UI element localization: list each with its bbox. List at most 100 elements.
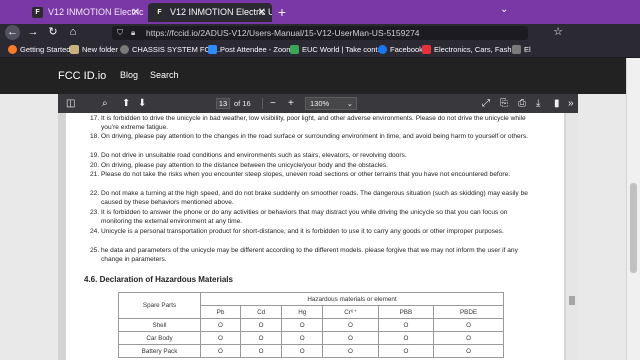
page-number-input[interactable]: 13 <box>216 98 230 109</box>
bookmark-label: El <box>524 45 531 54</box>
site-header: FCC ID.io Blog Search <box>0 58 626 94</box>
open-file-icon[interactable]: ⎘ <box>500 97 508 110</box>
table-cell: O <box>199 331 242 345</box>
url-text: https://fccid.io/2ADUS-V12/Users-Manual/… <box>146 28 420 38</box>
table-cell: O <box>322 344 379 358</box>
bookmark-icon[interactable]: ▮ <box>554 97 560 110</box>
back-arrow-icon[interactable]: ← <box>5 25 20 40</box>
bookmark-label: New folder <box>82 45 118 54</box>
close-tab-icon[interactable]: ✕ <box>258 3 266 22</box>
nav-blog-link[interactable]: Blog <box>120 70 138 80</box>
bookmark-facebook[interactable]: Facebook <box>378 43 423 56</box>
list-item: 25. he data and parameters of the unicyc… <box>90 247 536 264</box>
pdf-viewer[interactable]: 17. It is forbidden to drive the unicycl… <box>58 113 578 360</box>
list-item: 20. On driving, please pay attention to … <box>90 162 536 171</box>
pdf-scrollbar-thumb[interactable] <box>569 296 575 305</box>
fullscreen-icon[interactable]: ⤢ <box>482 97 490 110</box>
zoom-out-button[interactable]: − <box>270 97 276 110</box>
fcc-favicon-icon: F <box>154 7 165 18</box>
bookmark-label: EUC World | Take cont... <box>302 45 384 54</box>
item-number: 17. <box>90 115 100 122</box>
close-tab-icon[interactable]: ✕ <box>132 3 140 22</box>
tab-2[interactable]: F V12 INMOTION Electric Unicy ✕ <box>148 3 272 22</box>
forward-arrow-icon[interactable]: → <box>25 25 41 40</box>
item-text: It is forbidden to drive the unicycle in… <box>101 115 526 131</box>
column-header: Hg <box>281 305 324 319</box>
table-header-hazardous: Hazardous materials or element <box>200 292 504 306</box>
table-cell: O <box>240 344 283 358</box>
toolbar-divider <box>262 98 263 109</box>
bookmark-icon <box>512 45 521 54</box>
bookmark-euc-world[interactable]: EUC World | Take cont... <box>290 43 384 56</box>
table-cell: O <box>240 318 283 332</box>
table-row: Battery Pack O O O O O O <box>118 344 504 358</box>
address-bar[interactable]: ⛉ 🔒︎ https://fccid.io/2ADUS-V12/Users-Ma… <box>112 26 528 40</box>
table-cell: O <box>281 318 324 332</box>
table-cell: O <box>377 331 435 345</box>
sidebar-toggle-icon[interactable]: ◫ <box>66 97 75 110</box>
browser-tab-bar: F V12 INMOTION Electric Unicy ✕ F V12 IN… <box>0 0 640 24</box>
reload-icon[interactable]: ↻ <box>45 25 61 40</box>
zoom-select[interactable]: 130% ⌄ <box>305 97 357 110</box>
download-icon[interactable]: ⤓ <box>536 97 540 110</box>
pdf-toolbar: ◫ ⌕ ⬆ ⬇ 13 of 16 − + 130% ⌄ ⤢ ⎘ ⎙ ⤓ ▮ » <box>58 94 578 113</box>
table-cell: O <box>433 331 504 345</box>
next-page-icon[interactable]: ⬇ <box>138 97 146 110</box>
list-tabs-icon[interactable]: ⌄ <box>500 4 508 15</box>
bookmark-getting-started[interactable]: Getting Started <box>8 43 70 56</box>
nav-search-link[interactable]: Search <box>150 70 179 80</box>
table-cell: O <box>377 344 435 358</box>
part-name: Battery Pack <box>118 344 201 358</box>
bookmark-label: Facebook <box>390 45 423 54</box>
table-cell: O <box>433 318 504 332</box>
item-number: 22. <box>90 190 100 197</box>
bookmark-new-folder[interactable]: New folder <box>70 43 118 56</box>
item-text: Unicycle is a personal transportation pr… <box>101 228 504 235</box>
item-text: he data and parameters of the unicycle m… <box>101 247 518 263</box>
item-text: Do not make a turning at the high speed,… <box>101 190 528 206</box>
table-row: Shell O O O O O O <box>118 318 504 332</box>
hazardous-materials-table: Spare Parts Hazardous materials or eleme… <box>118 292 504 358</box>
firefox-icon <box>8 45 17 54</box>
bookmark-star-icon[interactable]: ☆ <box>550 25 566 40</box>
page-scrollbar-thumb[interactable] <box>630 183 637 273</box>
ebay-icon <box>422 45 431 54</box>
list-item: 24. Unicycle is a personal transportatio… <box>90 228 536 237</box>
home-icon[interactable]: ⌂ <box>65 25 81 40</box>
search-icon[interactable]: ⌕ <box>102 97 108 110</box>
table-cell: O <box>281 344 324 358</box>
item-number: 19. <box>90 152 100 159</box>
tools-menu-icon[interactable]: » <box>568 97 574 110</box>
item-text: On driving, please pay attention to the … <box>101 162 389 169</box>
previous-page-icon[interactable]: ⬆ <box>122 97 130 110</box>
print-icon[interactable]: ⎙ <box>518 97 526 110</box>
item-number: 21. <box>90 171 100 178</box>
bookmark-chassis-system[interactable]: CHASSIS SYSTEM FOR... <box>120 43 222 56</box>
list-item: 17. It is forbidden to drive the unicycl… <box>90 115 536 132</box>
bookmark-label: Getting Started <box>20 45 71 54</box>
zoom-in-button[interactable]: + <box>288 97 294 110</box>
column-header: Cd <box>240 305 283 319</box>
euc-icon <box>290 45 299 54</box>
table-header-spare-parts: Spare Parts <box>118 292 201 319</box>
table-row: Car Body O O O O O O <box>118 331 504 345</box>
bookmark-label: Post Attendee - Zoom <box>220 45 293 54</box>
bookmark-zoom[interactable]: Post Attendee - Zoom <box>208 43 293 56</box>
bookmarks-toolbar: Getting Started New folder CHASSIS SYSTE… <box>0 41 640 58</box>
bookmark-el[interactable]: El <box>512 43 531 56</box>
shield-icon[interactable]: ⛉ <box>117 28 126 38</box>
list-item: 19. Do not drive in unsuitable road cond… <box>90 152 536 161</box>
page-scrollbar[interactable] <box>626 58 640 360</box>
section-heading: 4.6. Declaration of Hazardous Materials <box>84 275 233 284</box>
column-header: PBDE <box>433 305 504 319</box>
site-logo[interactable]: FCC ID.io <box>58 70 106 82</box>
table-cell: O <box>240 331 283 345</box>
new-tab-button[interactable]: + <box>274 3 290 21</box>
pdf-scrollbar[interactable] <box>566 113 578 360</box>
item-number: 25. <box>90 247 100 254</box>
tab-1[interactable]: F V12 INMOTION Electric Unicy ✕ <box>26 3 146 22</box>
table-cell: O <box>433 344 504 358</box>
column-header: Cr⁶⁺ <box>322 305 379 319</box>
bookmark-electronics[interactable]: Electronics, Cars, Fashi... <box>422 43 519 56</box>
lock-icon[interactable]: 🔒︎ <box>131 28 135 38</box>
